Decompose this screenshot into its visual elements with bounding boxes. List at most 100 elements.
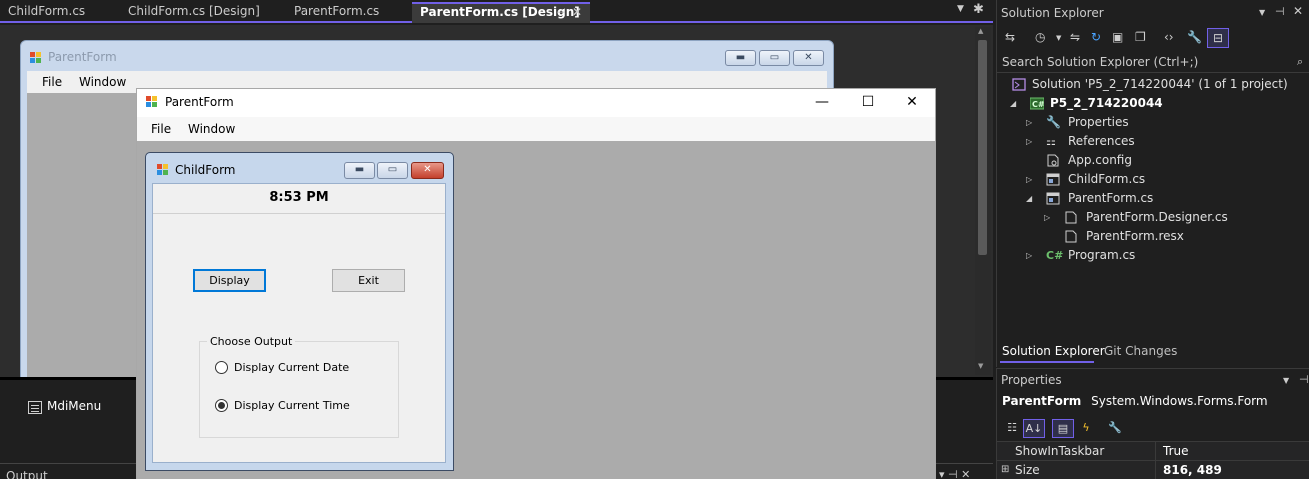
tab-parentform-cs[interactable]: ParentForm.cs	[286, 2, 412, 23]
scroll-down-icon[interactable]: ▼	[978, 362, 983, 370]
pin-icon[interactable]: ⊣	[1299, 373, 1309, 386]
csharp-project-icon: C#	[1030, 97, 1044, 110]
object-type: System.Windows.Forms.Form	[1091, 394, 1268, 408]
gear-icon[interactable]: ✱	[973, 2, 984, 17]
solution-explorer-title: Solution Explorer	[1001, 6, 1104, 20]
categorized-icon[interactable]: ☷	[1001, 419, 1023, 438]
tree-label: ChildForm.cs	[1068, 172, 1146, 186]
close-icon[interactable]: ✕	[1293, 4, 1303, 18]
tab-git-changes[interactable]: Git Changes	[1104, 344, 1177, 358]
tab-childform-design[interactable]: ChildForm.cs [Design]	[120, 2, 286, 23]
scrollbar-thumb[interactable]	[978, 40, 987, 255]
expanded-arrow-icon[interactable]: ◢	[1010, 94, 1016, 113]
pin-icon[interactable]: ⊣	[1275, 5, 1285, 18]
tree-label: Program.cs	[1068, 248, 1136, 262]
property-row-showintaskbar[interactable]: ShowInTaskbar True	[997, 441, 1309, 461]
form-app-icon	[146, 96, 157, 107]
radio-display-time[interactable]	[215, 399, 228, 412]
minimize-button[interactable]: —	[799, 89, 845, 117]
scroll-up-icon[interactable]: ▲	[978, 27, 983, 35]
choose-output-groupbox	[199, 341, 399, 438]
column-divider	[1155, 442, 1156, 461]
collapsed-arrow-icon[interactable]: ▷	[1026, 170, 1032, 189]
menu-file[interactable]: File	[151, 122, 171, 136]
close-icon[interactable]: ✕	[572, 4, 582, 21]
menustrip-component-icon	[28, 401, 42, 414]
tab-solution-explorer[interactable]: Solution Explorer	[1002, 344, 1105, 358]
radio-display-date[interactable]	[215, 361, 228, 374]
collapsed-arrow-icon[interactable]: ▷	[1026, 113, 1032, 132]
collapsed-arrow-icon[interactable]: ▷	[1026, 132, 1032, 151]
preview-selected-icon[interactable]: ⊟	[1207, 28, 1229, 48]
exit-button[interactable]: Exit	[332, 269, 405, 292]
form-app-icon	[30, 52, 41, 63]
child-close-button[interactable]: ✕	[411, 162, 444, 179]
menu-window[interactable]: Window	[188, 122, 235, 136]
display-button[interactable]: Display	[193, 269, 266, 292]
property-name: ShowInTaskbar	[1015, 444, 1105, 458]
maximize-button[interactable]: ☐	[845, 89, 891, 117]
events-lightning-icon[interactable]: ϟ	[1075, 419, 1097, 438]
close-button[interactable]: ✕	[889, 89, 935, 117]
resource-file-icon	[1065, 230, 1077, 243]
output-panel-title[interactable]: Output	[6, 469, 48, 479]
references-icon: ⚏	[1046, 135, 1056, 148]
wrench-icon[interactable]: 🔧	[1187, 30, 1202, 44]
tree-label: References	[1068, 134, 1135, 148]
csharp-file-icon: C#	[1046, 249, 1064, 262]
switch-views-icon[interactable]: ⇆	[1005, 30, 1015, 44]
history-icon[interactable]: ◷	[1035, 30, 1045, 44]
properties-object-selector[interactable]: ParentForm System.Windows.Forms.Form	[1002, 394, 1268, 408]
properties-view-icon[interactable]: ▤	[1052, 419, 1074, 438]
child-maximize-button[interactable]: ▭	[377, 162, 408, 179]
collapsed-arrow-icon[interactable]: ▷	[1044, 208, 1050, 227]
sync-icon[interactable]: ⇋	[1070, 30, 1080, 44]
minimize-icon: ▬	[725, 50, 756, 66]
property-row-size[interactable]: ⊞ Size 816, 489	[997, 460, 1309, 479]
search-placeholder[interactable]: Search Solution Explorer (Ctrl+;)	[1002, 55, 1198, 69]
refresh-icon[interactable]: ↻	[1091, 30, 1101, 44]
solution-icon	[1012, 78, 1026, 91]
property-pages-icon[interactable]: 🔧	[1104, 419, 1126, 438]
output-panel-controls-icon[interactable]: ▾ ⊣ ✕	[939, 468, 970, 479]
expanded-arrow-icon[interactable]: ◢	[1026, 189, 1032, 208]
tray-component-mdimenu[interactable]: MdiMenu	[47, 399, 101, 413]
form-file-icon	[1046, 173, 1060, 186]
tree-label: P5_2_714220044	[1050, 96, 1163, 110]
tab-overflow-icon[interactable]: ▼	[957, 4, 964, 14]
tab-label: ChildForm.cs	[8, 4, 86, 18]
panel-options-icon[interactable]: ▼	[1259, 8, 1265, 17]
tree-label: ParentForm.resx	[1086, 229, 1184, 243]
show-all-files-icon[interactable]: ❐	[1135, 30, 1146, 44]
tab-parentform-design[interactable]: ParentForm.cs [Design] ⊣ ✕	[412, 2, 590, 23]
collapsed-arrow-icon[interactable]: ▷	[1026, 246, 1032, 265]
tab-label: ParentForm.cs	[294, 4, 380, 18]
designer-menu-file[interactable]: File	[42, 75, 62, 89]
radio-display-date-label[interactable]: Display Current Date	[234, 361, 349, 374]
search-icon[interactable]: ⌕	[1297, 55, 1303, 69]
tree-label: Properties	[1068, 115, 1129, 129]
designer-menu-window[interactable]: Window	[79, 75, 126, 89]
maximize-icon: ▭	[759, 50, 790, 66]
tree-label: Solution 'P5_2_714220044' (1 of 1 projec…	[1032, 77, 1288, 91]
wrench-icon: 🔧	[1046, 115, 1061, 129]
active-tab-indicator	[1000, 361, 1094, 363]
properties-title: Properties	[1001, 373, 1062, 387]
form-app-icon	[157, 164, 168, 175]
chevron-down-icon[interactable]: ▼	[1056, 34, 1061, 42]
svg-text:C#: C#	[1032, 100, 1044, 109]
collapse-all-icon[interactable]: ▣	[1112, 30, 1123, 44]
pin-icon[interactable]: ⊣	[556, 4, 566, 21]
child-minimize-button[interactable]: ▬	[344, 162, 375, 179]
view-code-icon[interactable]: ‹›	[1164, 30, 1174, 44]
radio-display-time-label[interactable]: Display Current Time	[234, 399, 350, 412]
property-value[interactable]: True	[1163, 442, 1189, 460]
alphabetical-icon[interactable]: A↓	[1023, 419, 1045, 438]
tree-label: ParentForm.Designer.cs	[1086, 210, 1228, 224]
panel-options-icon[interactable]: ▼	[1283, 376, 1289, 385]
expand-plus-icon[interactable]: ⊞	[1001, 461, 1009, 479]
property-value[interactable]: 816, 489	[1163, 461, 1222, 479]
tree-label: ParentForm.cs	[1068, 191, 1154, 205]
tab-childform-cs[interactable]: ChildForm.cs	[0, 2, 120, 23]
runtime-form-title: ParentForm	[165, 95, 234, 109]
